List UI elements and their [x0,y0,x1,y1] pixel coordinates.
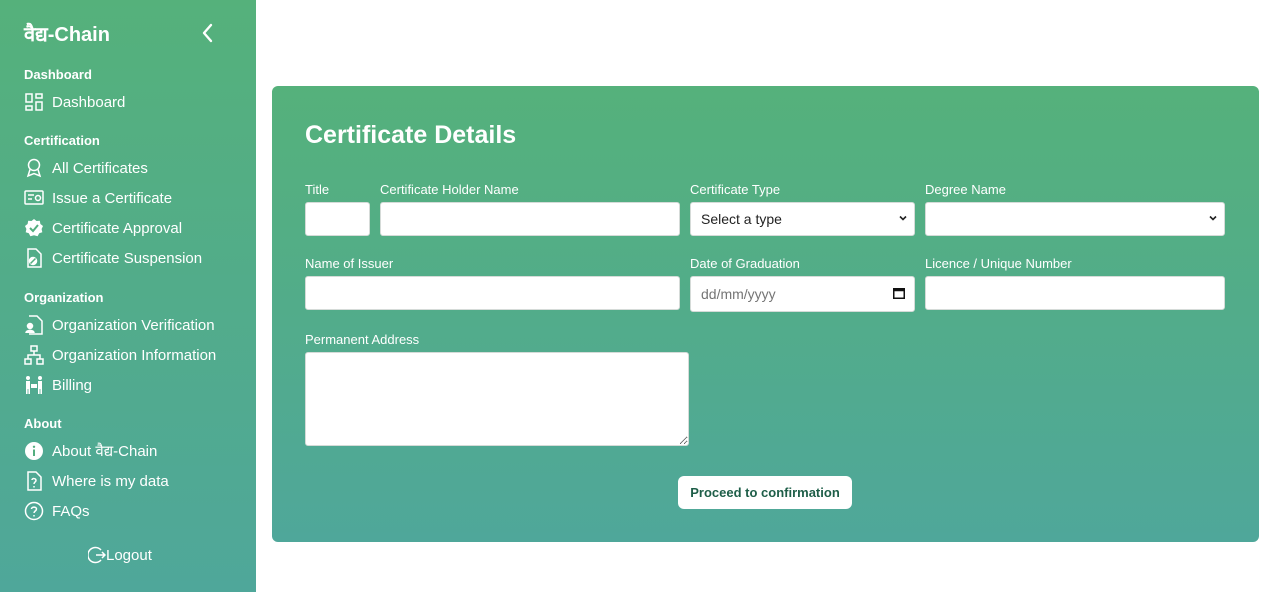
page-title: Certificate Details [305,121,517,149]
sidebar-item-label: FAQs [52,502,90,520]
sidebar-item-label: Dashboard [52,93,126,111]
address-label: Permanent Address [305,332,420,347]
certificate-details-card: Certificate Details Title Certificate Ho… [272,86,1259,542]
brand-logo: वैद्य-Chain [24,24,110,46]
holder-name-input[interactable] [380,202,680,236]
degree-name-label: Degree Name [925,182,1006,197]
graduation-date-label: Date of Graduation [690,256,800,271]
licence-label: Licence / Unique Number [925,256,1072,271]
collapse-sidebar-button[interactable] [198,22,218,44]
certificate-type-select-wrap: Select a type [690,202,915,236]
section-organization: Organization [24,290,104,305]
award-icon [24,158,44,178]
issuer-name-label: Name of Issuer [305,256,394,271]
sidebar-item-organization-information[interactable]: Organization Information [24,342,216,368]
dashboard-icon [24,92,44,112]
logout-label: Logout [106,546,152,564]
title-input[interactable] [305,202,370,236]
sidebar-item-where-is-my-data[interactable]: Where is my data [24,468,169,494]
degree-name-select-wrap [925,202,1225,236]
sidebar-item-label: Billing [52,376,93,394]
graduation-date-input[interactable] [690,276,915,312]
info-icon [24,441,44,461]
sidebar-item-label: Certificate Approval [52,219,183,237]
help-circle-icon [24,501,44,521]
section-about: About [24,416,62,431]
graduation-date-wrap [690,276,915,312]
certificate-type-label: Certificate Type [690,182,781,197]
sidebar-item-all-certificates[interactable]: All Certificates [24,155,148,181]
sidebar-item-label: All Certificates [52,159,148,177]
badge-check-icon [24,218,44,238]
sidebar-item-label: Organization Verification [52,316,215,334]
sitemap-icon [24,345,44,365]
proceed-to-confirmation-button[interactable]: Proceed to confirmation [678,476,852,509]
section-dashboard: Dashboard [24,67,92,82]
sidebar-item-organization-verification[interactable]: Organization Verification [24,312,215,338]
sidebar-item-label: Where is my data [52,472,169,490]
sidebar-item-certificate-suspension[interactable]: Certificate Suspension [24,245,202,271]
sidebar-item-certificate-approval[interactable]: Certificate Approval [24,215,182,241]
logout-icon [88,546,106,564]
issuer-name-input[interactable] [305,276,680,310]
sidebar: वैद्य-Chain Dashboard Dashboard Certific… [0,0,256,592]
sidebar-item-label: Certificate Suspension [52,249,203,267]
licence-input[interactable] [925,276,1225,310]
degree-name-select[interactable] [925,202,1225,236]
logout-button[interactable]: Logout [88,544,152,566]
sidebar-item-issue-certificate[interactable]: Issue a Certificate [24,185,172,211]
title-label: Title [305,182,330,197]
billing-icon [24,375,44,395]
file-blocked-icon [24,248,44,268]
sidebar-item-label: Issue a Certificate [52,189,173,207]
certificate-icon [24,188,44,208]
holder-name-label: Certificate Holder Name [380,182,519,197]
sidebar-item-label: Organization Information [52,346,217,364]
address-textarea[interactable] [305,352,689,446]
sidebar-item-billing[interactable]: Billing [24,372,92,398]
chevron-left-icon [202,23,213,43]
certificate-type-select[interactable]: Select a type [690,202,915,236]
sidebar-item-faqs[interactable]: FAQs [24,498,90,524]
app-root: वैद्य-Chain Dashboard Dashboard Certific… [0,0,1280,592]
sidebar-item-label: About वैद्य-Chain [52,443,158,460]
file-user-icon [24,315,44,335]
file-question-icon [24,471,44,491]
sidebar-item-about[interactable]: About वैद्य-Chain [24,438,157,464]
sidebar-item-dashboard[interactable]: Dashboard [24,89,125,115]
section-certification: Certification [24,133,100,148]
